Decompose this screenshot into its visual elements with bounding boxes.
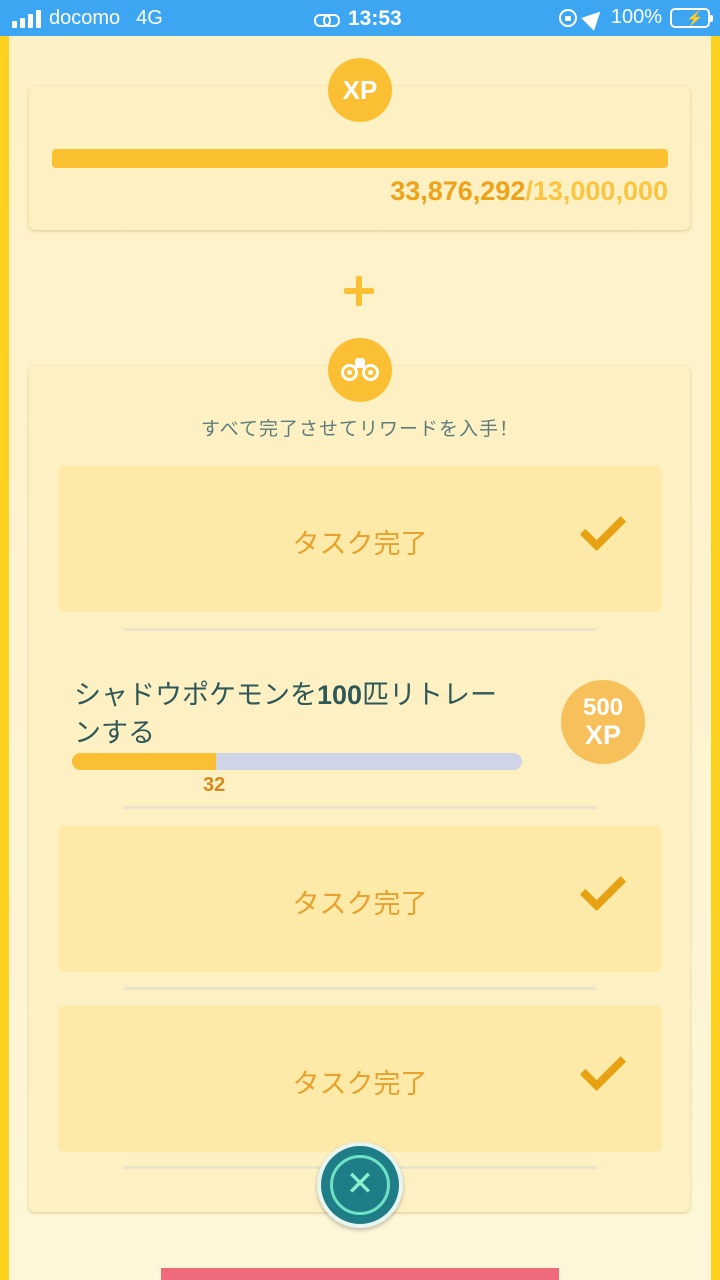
xp-current: 33,876,292 bbox=[390, 176, 526, 206]
rotation-lock-icon bbox=[558, 8, 577, 27]
plus-icon bbox=[344, 276, 374, 306]
task-title-num: 100 bbox=[317, 680, 363, 710]
close-button[interactable]: ✕ bbox=[317, 1142, 403, 1228]
bottom-action-button[interactable] bbox=[161, 1268, 559, 1280]
close-icon: ✕ bbox=[345, 1164, 375, 1204]
location-arrow-icon bbox=[581, 4, 607, 31]
xp-progress-text: 33,876,292/13,000,000 bbox=[390, 176, 668, 207]
reward-xp-badge: 500 XP bbox=[561, 680, 645, 764]
task-completed-label: タスク完了 bbox=[292, 1069, 428, 1100]
binoculars-icon bbox=[341, 356, 379, 384]
xp-progress-bar bbox=[52, 149, 668, 168]
task-progress-fill bbox=[72, 753, 216, 770]
task-title-pre: シャドウポケモンを bbox=[74, 680, 317, 711]
right-border bbox=[711, 36, 720, 1280]
divider bbox=[123, 628, 597, 631]
task-completed-2[interactable]: タスク完了 bbox=[58, 826, 662, 972]
task-completed-label: タスク完了 bbox=[292, 529, 428, 560]
binoculars-badge bbox=[328, 338, 392, 402]
carrier-name: docomo bbox=[49, 7, 121, 29]
reward-unit: XP bbox=[584, 720, 622, 750]
xp-goal: 13,000,000 bbox=[532, 176, 668, 206]
tasks-subtitle: すべて完了させてリワードを入手！ bbox=[201, 418, 519, 440]
left-border bbox=[0, 36, 9, 1280]
link-icon bbox=[314, 12, 340, 27]
task-completed-1[interactable]: タスク完了 bbox=[58, 466, 662, 612]
clock: 13:53 bbox=[348, 7, 402, 30]
status-bar: docomo 4G 13:53 100% ⚡ bbox=[0, 0, 720, 36]
divider bbox=[123, 806, 597, 809]
task-completed-3[interactable]: タスク完了 bbox=[58, 1006, 662, 1152]
task-progress-bar bbox=[72, 753, 522, 770]
xp-badge: XP bbox=[328, 58, 392, 122]
task-progress-count: 32 bbox=[203, 774, 226, 796]
battery-percent: 100% bbox=[610, 6, 662, 28]
signal-icon bbox=[12, 9, 41, 28]
task-title: シャドウポケモンを100匹リトレーンする bbox=[74, 676, 514, 753]
reward-amount: 500 bbox=[582, 694, 624, 721]
battery-icon: ⚡ bbox=[670, 7, 713, 28]
task-completed-label: タスク完了 bbox=[292, 889, 428, 920]
network-type: 4G bbox=[136, 7, 163, 29]
xp-separator: / bbox=[525, 176, 533, 206]
task-in-progress[interactable]: シャドウポケモンを100匹リトレーンする 32 500 XP bbox=[58, 660, 662, 800]
divider bbox=[123, 987, 597, 990]
